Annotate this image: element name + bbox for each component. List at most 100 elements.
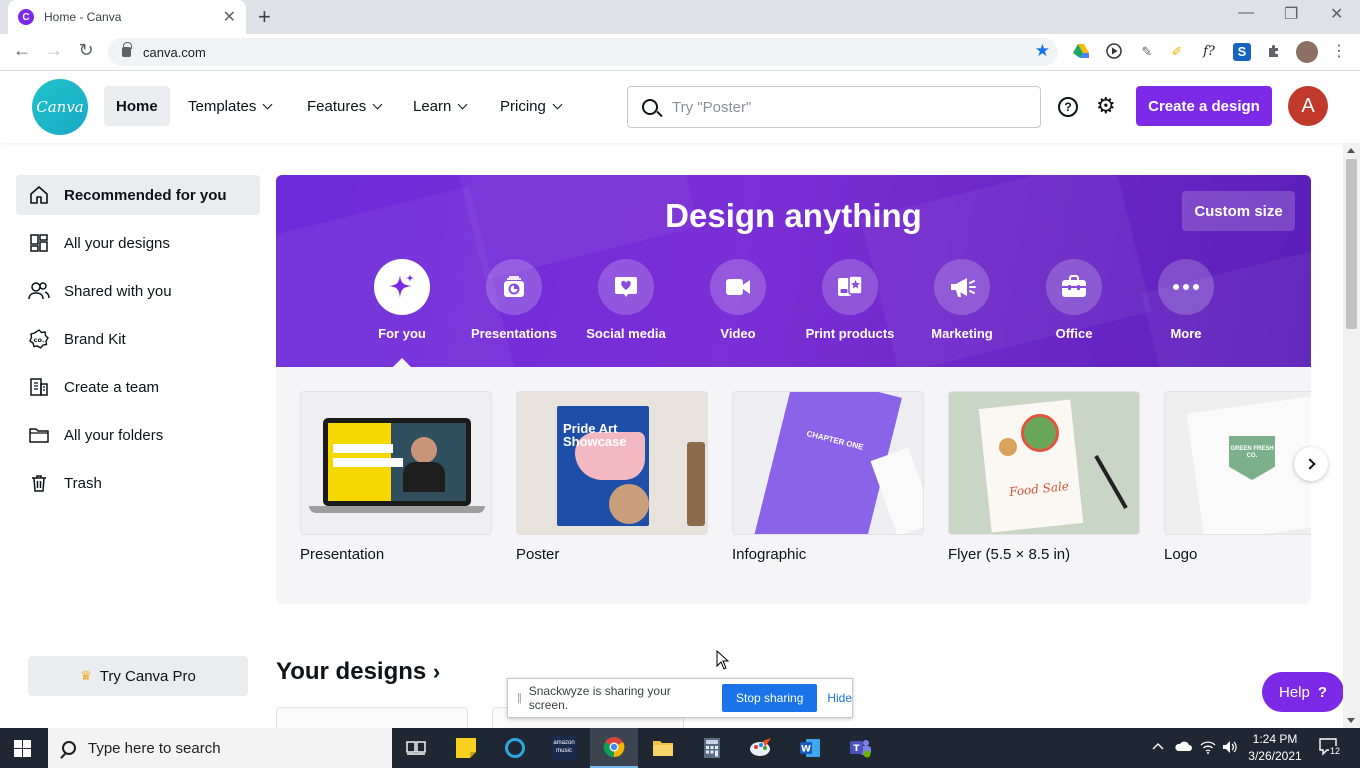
paint-icon[interactable] <box>737 728 785 768</box>
extensions-puzzle-icon[interactable] <box>1265 43 1283 61</box>
play-extension-icon[interactable] <box>1105 43 1123 61</box>
category-label: More <box>1170 326 1202 341</box>
profile-avatar-icon[interactable] <box>1296 41 1318 63</box>
category-video[interactable]: Video <box>682 259 794 341</box>
template-name: Presentation <box>300 546 385 563</box>
category-marketing[interactable]: Marketing <box>906 259 1018 341</box>
browser-tabbar: C Home - Canva ✕ + — ❐ ✕ <box>0 0 1360 34</box>
back-icon[interactable]: ← <box>10 40 34 61</box>
category-presentations[interactable]: Presentations <box>458 259 570 341</box>
template-name: Poster <box>516 546 560 563</box>
chrome-icon[interactable] <box>590 728 638 768</box>
user-avatar[interactable]: A <box>1288 86 1328 126</box>
restore-icon[interactable]: ❐ <box>1284 4 1298 24</box>
page-scrollbar[interactable] <box>1343 143 1360 728</box>
canva-logo[interactable]: Canva <box>32 79 88 135</box>
teams-icon[interactable]: T <box>836 728 884 768</box>
sidebar-item-trash[interactable]: Trash <box>16 463 260 503</box>
tray-chevron-up-icon[interactable] <box>1152 740 1164 755</box>
task-view-icon[interactable] <box>392 728 440 768</box>
sidebar-item-brand-kit[interactable]: co. Brand Kit <box>16 319 260 359</box>
nav-home-label: Home <box>116 97 158 115</box>
nav-templates[interactable]: Templates <box>176 86 283 126</box>
help-label: Help <box>1278 683 1310 701</box>
word-icon[interactable]: W <box>786 728 834 768</box>
pen-tool-extension-icon[interactable]: ✎ <box>1138 43 1156 61</box>
new-tab-icon[interactable]: + <box>258 4 271 30</box>
nav-pricing[interactable]: Pricing <box>488 86 573 126</box>
minimize-icon[interactable]: — <box>1238 4 1254 22</box>
search-input[interactable] <box>672 98 1012 116</box>
nav-features-label: Features <box>307 97 367 115</box>
infographic-thumbnail: CHAPTER ONE <box>732 391 924 535</box>
chrome-menu-icon[interactable]: ⋮ <box>1330 43 1348 61</box>
print-icon <box>822 259 878 315</box>
sticky-notes-icon[interactable] <box>442 728 490 768</box>
try-canva-pro-button[interactable]: ♛ Try Canva Pro <box>28 656 248 696</box>
category-for-you[interactable]: For you <box>346 259 458 341</box>
notification-icon[interactable]: 12 <box>1318 737 1342 760</box>
wifi-icon[interactable] <box>1200 740 1216 757</box>
sidebar-item-create-team[interactable]: Create a team <box>16 367 260 407</box>
sidebar-item-recommended[interactable]: Recommended for you <box>16 175 260 215</box>
calculator-icon[interactable] <box>688 728 736 768</box>
category-print-products[interactable]: Print products <box>794 259 906 341</box>
scrollbar-thumb[interactable] <box>1346 159 1357 329</box>
category-office[interactable]: Office <box>1018 259 1130 341</box>
volume-icon[interactable] <box>1222 740 1238 757</box>
more-dots-icon <box>1158 259 1214 315</box>
sidebar-item-folders[interactable]: All your folders <box>16 415 260 455</box>
template-card-flyer[interactable]: Food Sale Flyer (5.5 × 8.5 in) <box>948 391 1140 563</box>
category-label: Marketing <box>931 326 993 341</box>
scroll-up-icon[interactable] <box>1347 148 1355 153</box>
windows-start-icon[interactable] <box>14 740 31 757</box>
template-card-presentation[interactable]: Presentation <box>300 391 492 563</box>
formula-extension-icon[interactable]: f? <box>1200 43 1218 61</box>
tab-close-icon[interactable]: ✕ <box>223 7 236 27</box>
onedrive-cloud-icon[interactable] <box>1174 740 1192 755</box>
building-icon <box>28 376 50 398</box>
drag-handle-icon[interactable]: || <box>517 692 522 704</box>
bookmark-star-icon[interactable]: ★ <box>1035 41 1050 61</box>
stop-sharing-button[interactable]: Stop sharing <box>722 684 818 712</box>
nav-learn[interactable]: Learn <box>401 86 478 126</box>
amazon-music-icon[interactable]: amazon music <box>540 728 588 768</box>
template-name: Logo <box>1164 546 1198 563</box>
url-field[interactable]: canva.com ★ <box>108 38 1058 66</box>
gear-icon[interactable]: ⚙ <box>1096 93 1116 119</box>
template-card-logo[interactable]: GREEN FRESH CO. Logo <box>1164 391 1311 563</box>
cortana-icon[interactable] <box>491 728 539 768</box>
your-designs-heading[interactable]: Your designs › <box>276 658 440 686</box>
s-extension-icon[interactable]: S <box>1233 43 1251 61</box>
create-design-button[interactable]: Create a design <box>1136 86 1272 126</box>
nav-features[interactable]: Features <box>295 86 393 126</box>
file-explorer-icon[interactable] <box>639 728 687 768</box>
search-box[interactable] <box>627 86 1041 128</box>
sidebar-item-shared[interactable]: Shared with you <box>16 271 260 311</box>
google-drive-icon[interactable] <box>1072 43 1090 61</box>
custom-size-button[interactable]: Custom size <box>1182 191 1295 231</box>
template-card-infographic[interactable]: CHAPTER ONE Infographic <box>732 391 924 563</box>
scroll-down-icon[interactable] <box>1347 718 1355 723</box>
category-more[interactable]: More <box>1130 259 1242 341</box>
sidebar-item-label: Trash <box>64 474 102 492</box>
forward-icon[interactable]: → <box>42 40 66 61</box>
highlighter-extension-icon[interactable]: ✐ <box>1168 43 1186 61</box>
category-social-media[interactable]: Social media <box>570 259 682 341</box>
help-icon[interactable]: ? <box>1058 97 1078 117</box>
briefcase-icon <box>1046 259 1102 315</box>
browser-tab[interactable]: C Home - Canva ✕ <box>8 0 246 34</box>
template-card-poster[interactable]: Pride Art Showcase Poster <box>516 391 708 563</box>
reload-icon[interactable]: ↻ <box>74 40 98 61</box>
nav-home[interactable]: Home <box>104 86 170 126</box>
folder-icon <box>28 424 50 446</box>
presentation-icon <box>486 259 542 315</box>
try-pro-label: Try Canva Pro <box>99 667 196 685</box>
sidebar-item-all-designs[interactable]: All your designs <box>16 223 260 263</box>
window-close-icon[interactable]: ✕ <box>1330 4 1343 24</box>
taskbar-search[interactable]: Type here to search <box>48 728 392 768</box>
carousel-next-button[interactable] <box>1294 447 1328 481</box>
hide-link[interactable]: Hide <box>827 691 852 705</box>
help-button[interactable]: Help ? <box>1262 672 1344 712</box>
taskbar-clock[interactable]: 1:24 PM 3/26/2021 <box>1240 731 1310 765</box>
